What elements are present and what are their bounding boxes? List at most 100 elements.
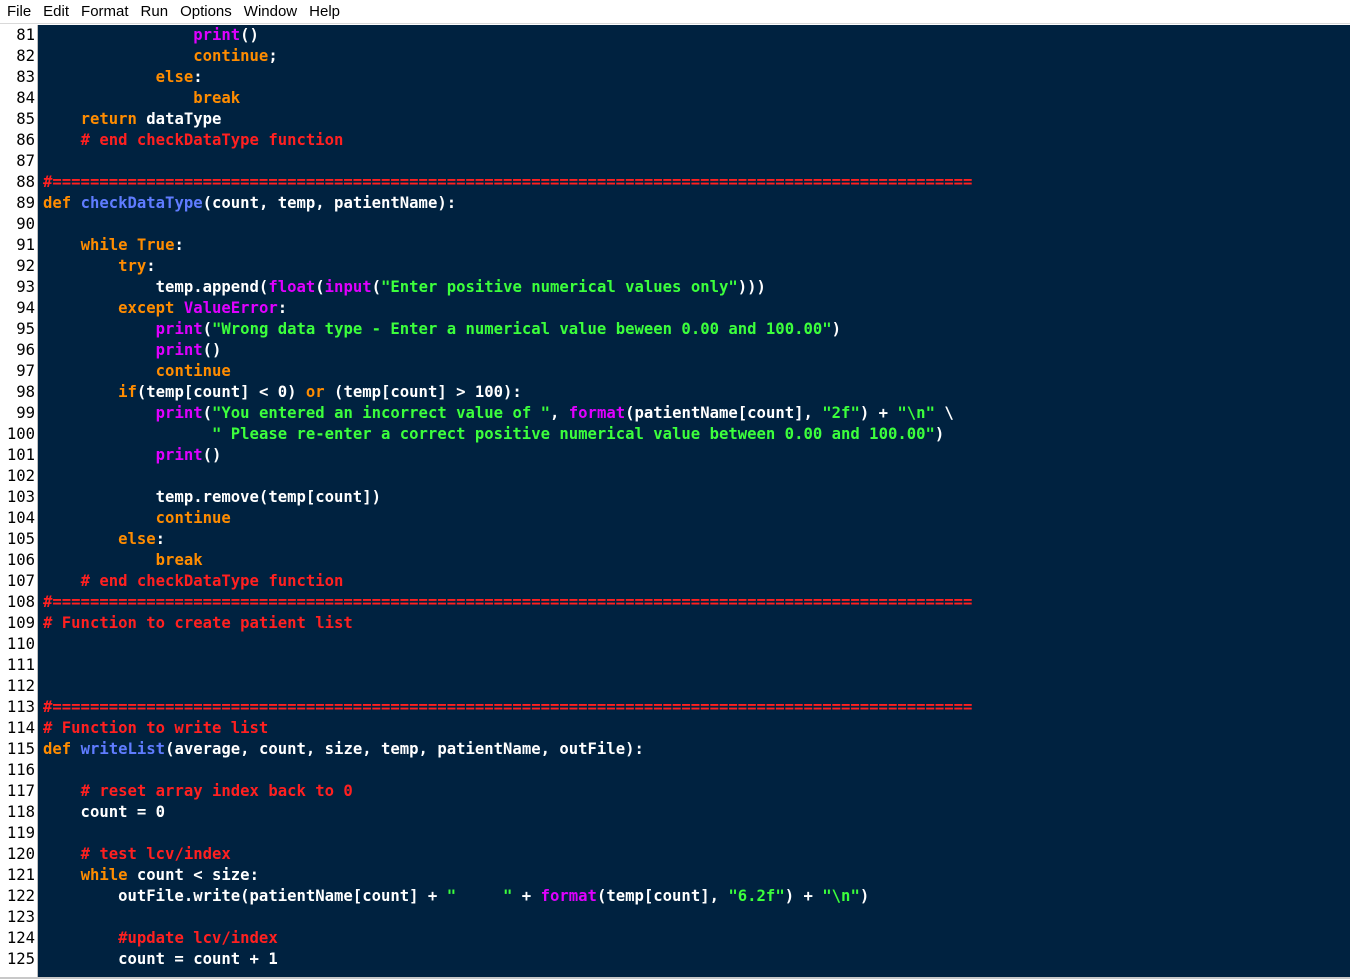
code-line[interactable]: 90 — [0, 214, 1350, 235]
code-line[interactable]: 98 if(temp[count] < 0) or (temp[count] >… — [0, 382, 1350, 403]
menu-help[interactable]: Help — [304, 0, 347, 24]
code-line[interactable]: 91 while True: — [0, 235, 1350, 256]
code-token: \ — [934, 404, 954, 422]
code-text[interactable]: #update lcv/index — [43, 928, 278, 949]
code-line[interactable]: 103 temp.remove(temp[count]) — [0, 487, 1350, 508]
code-line[interactable]: 106 break — [0, 550, 1350, 571]
code-text[interactable]: else: — [43, 529, 165, 550]
code-line[interactable]: 125 count = count + 1 — [0, 949, 1350, 970]
code-text[interactable]: print() — [43, 25, 259, 46]
code-text[interactable]: break — [43, 88, 240, 109]
menu-options[interactable]: Options — [175, 0, 239, 24]
code-text[interactable]: continue — [43, 361, 231, 382]
menu-run[interactable]: Run — [136, 0, 176, 24]
code-line[interactable]: 83 else: — [0, 67, 1350, 88]
code-token: continue — [193, 47, 269, 65]
code-text[interactable]: while count < size: — [43, 865, 259, 886]
code-line[interactable]: 88 #=====================================… — [0, 172, 1350, 193]
code-text[interactable]: #=======================================… — [43, 697, 972, 718]
code-line[interactable]: 94 except ValueError: — [0, 298, 1350, 319]
code-line[interactable]: 113 #====================================… — [0, 697, 1350, 718]
code-line[interactable]: 122 outFile.write(patientName[count] + "… — [0, 886, 1350, 907]
code-line[interactable]: 108 #====================================… — [0, 592, 1350, 613]
code-line[interactable]: 116 — [0, 760, 1350, 781]
menu-window[interactable]: Window — [239, 0, 304, 24]
code-line[interactable]: 86 # end checkDataType function — [0, 130, 1350, 151]
code-text[interactable]: # Function to create patient list — [43, 613, 353, 634]
code-line[interactable]: 109 # Function to create patient list — [0, 613, 1350, 634]
code-line[interactable]: 124 #update lcv/index — [0, 928, 1350, 949]
code-line[interactable]: 101 print() — [0, 445, 1350, 466]
code-line[interactable]: 107 # end checkDataType function — [0, 571, 1350, 592]
code-text[interactable]: return dataType — [43, 109, 222, 130]
code-text[interactable]: " Please re-enter a correct positive num… — [43, 424, 944, 445]
code-line[interactable]: 118 count = 0 — [0, 802, 1350, 823]
code-line[interactable]: 96 print() — [0, 340, 1350, 361]
code-area[interactable]: 81 print() 82 continue; 83 else: 84 break 85… — [0, 25, 1350, 970]
menu-format[interactable]: Format — [76, 0, 136, 24]
code-text[interactable]: temp.append(float(input("Enter positive … — [43, 277, 766, 298]
code-line[interactable]: 104 continue — [0, 508, 1350, 529]
code-text[interactable]: continue; — [43, 46, 278, 67]
code-line[interactable]: 92 try: — [0, 256, 1350, 277]
code-text[interactable]: print() — [43, 340, 222, 361]
code-line[interactable]: 82 continue; — [0, 46, 1350, 67]
code-line[interactable]: 81 print() — [0, 25, 1350, 46]
code-text[interactable]: # Function to write list — [43, 718, 268, 739]
code-line[interactable]: 99 print("You entered an incorrect value… — [0, 403, 1350, 424]
code-text[interactable]: def checkDataType(count, temp, patientNa… — [43, 193, 456, 214]
code-text[interactable]: try: — [43, 256, 156, 277]
code-line[interactable]: 110 — [0, 634, 1350, 655]
code-line[interactable]: 105 else: — [0, 529, 1350, 550]
code-text[interactable]: except ValueError: — [43, 298, 287, 319]
code-line[interactable]: 93 temp.append(float(input("Enter positi… — [0, 277, 1350, 298]
code-line[interactable]: 120 # test lcv/index — [0, 844, 1350, 865]
code-text[interactable]: print() — [43, 445, 222, 466]
code-text[interactable]: count = 0 — [43, 802, 166, 823]
code-text[interactable]: while True: — [43, 235, 184, 256]
code-text[interactable]: # end checkDataType function — [43, 571, 344, 592]
code-token: break — [155, 551, 203, 569]
code-text[interactable]: if(temp[count] < 0) or (temp[count] > 10… — [43, 382, 522, 403]
menu-edit[interactable]: Edit — [38, 0, 76, 24]
code-text[interactable]: # test lcv/index — [43, 844, 231, 865]
code-text[interactable]: temp.remove(temp[count]) — [43, 487, 381, 508]
code-line[interactable]: 97 continue — [0, 361, 1350, 382]
code-token: "6.2f" — [728, 887, 785, 905]
code-token: # test lcv/index — [80, 845, 231, 863]
code-line[interactable]: 85 return dataType — [0, 109, 1350, 130]
code-line[interactable]: 114 # Function to write list — [0, 718, 1350, 739]
code-line[interactable]: 115 def writeList(average, count, size, t… — [0, 739, 1350, 760]
code-text[interactable]: #=======================================… — [43, 592, 972, 613]
code-line[interactable]: 112 — [0, 676, 1350, 697]
code-text[interactable]: outFile.write(patientName[count] + " " +… — [43, 886, 869, 907]
code-line[interactable]: 87 — [0, 151, 1350, 172]
line-number: 90 — [16, 215, 35, 233]
code-line[interactable]: 121 while count < size: — [0, 865, 1350, 886]
code-token: # Function to create patient list — [43, 614, 353, 632]
code-line[interactable]: 89 def checkDataType(count, temp, patient… — [0, 193, 1350, 214]
code-token: count < size: — [127, 866, 259, 884]
code-text[interactable]: continue — [43, 508, 231, 529]
code-text[interactable]: count = count + 1 — [43, 949, 278, 970]
code-text[interactable]: # reset array index back to 0 — [43, 781, 353, 802]
code-line[interactable]: 102 — [0, 466, 1350, 487]
code-text[interactable]: else: — [43, 67, 203, 88]
code-text[interactable]: def writeList(average, count, size, temp… — [43, 739, 644, 760]
code-text[interactable]: # end checkDataType function — [43, 130, 344, 151]
code-text[interactable]: break — [43, 550, 203, 571]
code-text[interactable]: #=======================================… — [43, 172, 972, 193]
code-line[interactable]: 95 print("Wrong data type - Enter a nume… — [0, 319, 1350, 340]
code-line[interactable]: 117 # reset array index back to 0 — [0, 781, 1350, 802]
code-text[interactable]: print("You entered an incorrect value of… — [43, 403, 954, 424]
code-editor[interactable]: 81 print() 82 continue; 83 else: 84 break 85… — [0, 25, 1350, 979]
code-text[interactable]: print("Wrong data type - Enter a numeric… — [43, 319, 841, 340]
code-line[interactable]: 84 break — [0, 88, 1350, 109]
code-line[interactable]: 100 " Please re-enter a correct positive… — [0, 424, 1350, 445]
code-line[interactable]: 111 — [0, 655, 1350, 676]
code-line[interactable]: 119 — [0, 823, 1350, 844]
code-line[interactable]: 123 — [0, 907, 1350, 928]
menu-file[interactable]: File — [2, 0, 38, 24]
